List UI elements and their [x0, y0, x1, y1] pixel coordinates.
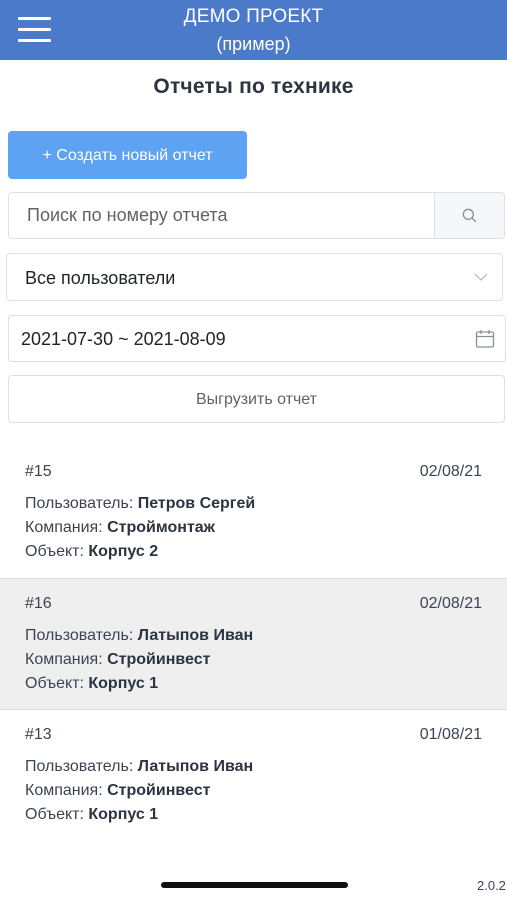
report-user: Латыпов Иван	[137, 627, 254, 644]
report-company-line: Компания: Стройинвест	[25, 782, 211, 799]
report-company: Стройинвест	[107, 651, 211, 668]
report-object-line: Объект: Корпус 1	[25, 806, 159, 823]
report-user-line: Пользователь: Петров Сергей	[25, 495, 256, 512]
calendar-icon	[475, 330, 495, 348]
report-object-line: Объект: Корпус 2	[25, 543, 159, 560]
report-item[interactable]: #13 01/08/21 Пользователь: Латыпов Иван …	[0, 709, 507, 840]
report-number: #15	[25, 463, 52, 480]
report-company-line: Компания: Стройинвест	[25, 651, 211, 668]
search-icon	[462, 208, 477, 223]
report-company: Стройинвест	[107, 782, 211, 799]
date-range-picker[interactable]: 2021-07-30 ~ 2021-08-09	[8, 315, 506, 362]
page-title: Отчеты по технике	[153, 75, 354, 98]
search-bar	[8, 192, 505, 239]
report-item[interactable]: #15 02/08/21 Пользователь: Петров Сергей…	[0, 447, 507, 578]
report-object: Корпус 2	[88, 543, 159, 560]
chevron-down-icon	[474, 273, 488, 281]
report-date: 01/08/21	[419, 726, 482, 743]
search-input[interactable]	[9, 193, 436, 238]
report-object-line: Объект: Корпус 1	[25, 675, 159, 692]
project-subtitle: (пример)	[216, 34, 291, 54]
project-title: ДЕМО ПРОЕКТ	[183, 6, 324, 27]
home-indicator[interactable]	[161, 882, 348, 888]
app-header: ДЕМО ПРОЕКТ (пример)	[0, 0, 507, 60]
report-object: Корпус 1	[88, 806, 159, 823]
report-date: 02/08/21	[419, 463, 482, 480]
report-date: 02/08/21	[419, 595, 482, 612]
report-item[interactable]: #16 02/08/21 Пользователь: Латыпов Иван …	[0, 578, 507, 709]
app-version: 2.0.2	[477, 878, 506, 893]
report-user: Латыпов Иван	[137, 758, 254, 775]
user-filter-value: Все пользователи	[25, 268, 176, 288]
report-user-line: Пользователь: Латыпов Иван	[25, 627, 254, 644]
report-company-line: Компания: Строймонтаж	[25, 519, 216, 536]
report-object: Корпус 1	[88, 675, 159, 692]
user-filter-select[interactable]: Все пользователи	[6, 253, 503, 301]
export-report-button[interactable]: Выгрузить отчет	[8, 375, 505, 423]
report-user-line: Пользователь: Латыпов Иван	[25, 758, 254, 775]
date-range-value: 2021-07-30 ~ 2021-08-09	[21, 329, 226, 349]
report-company: Строймонтаж	[107, 519, 216, 536]
report-number: #16	[25, 595, 52, 612]
report-list: #15 02/08/21 Пользователь: Петров Сергей…	[0, 447, 507, 840]
search-button[interactable]	[434, 193, 504, 238]
report-user: Петров Сергей	[137, 495, 256, 512]
create-report-button[interactable]: + Создать новый отчет	[8, 131, 247, 179]
report-number: #13	[25, 726, 52, 743]
